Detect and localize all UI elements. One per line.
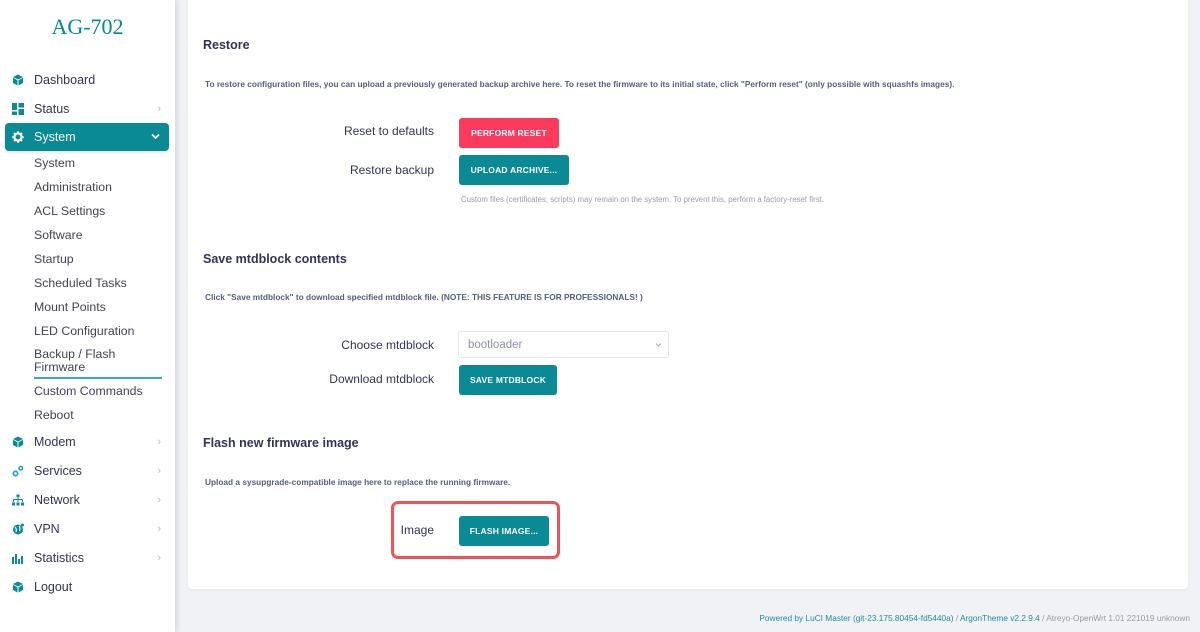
sidebar-item-label: Services — [34, 463, 82, 478]
footer-build-info: Atreyo-OpenWrt 1.01 221019 unknown — [1046, 613, 1190, 623]
submenu-item-software[interactable]: Software — [34, 223, 175, 247]
sidebar-item-services[interactable]: Services › — [0, 456, 175, 485]
sidebar-item-statistics[interactable]: Statistics › — [0, 543, 175, 572]
sidebar-item-label: Status — [34, 101, 70, 116]
chevron-right-icon: › — [157, 551, 161, 564]
sidebar-item-label: Modem — [34, 434, 76, 449]
choose-mtdblock-label: Choose mtdblock — [341, 338, 434, 352]
system-submenu: System Administration ACL Settings Softw… — [0, 151, 175, 427]
cube-icon — [12, 74, 24, 86]
sidebar-item-dashboard[interactable]: Dashboard — [0, 65, 175, 94]
sidebar-item-label: Dashboard — [34, 72, 96, 87]
sidebar-item-label: Network — [34, 492, 80, 507]
chevron-down-icon — [151, 132, 160, 143]
mtdblock-title: Save mtdblock contents — [203, 252, 347, 266]
chevron-right-icon: › — [157, 102, 161, 115]
cube-icon — [12, 581, 24, 593]
backup-flash-card: Restore To restore configuration files, … — [188, 0, 1188, 589]
sidebar-nav: Dashboard Status › System System Adminis… — [0, 65, 175, 601]
sidebar-item-modem[interactable]: Modem › — [0, 427, 175, 456]
footer-luci-link[interactable]: Powered by LuCI Master (git-23.175.80454… — [759, 613, 953, 623]
chevron-down-icon — [655, 340, 662, 349]
grid-icon — [12, 102, 24, 115]
submenu-item-acl-settings[interactable]: ACL Settings — [34, 199, 175, 223]
sidebar-item-vpn[interactable]: VPN › — [0, 514, 175, 543]
download-mtdblock-label: Download mtdblock — [329, 372, 434, 386]
save-mtdblock-button[interactable]: SAVE MTDBLOCK — [459, 365, 557, 395]
sitemap-icon — [12, 494, 24, 506]
sidebar: AG-702 Dashboard Status › System System … — [0, 0, 175, 632]
mtdblock-select-value: bootloader — [468, 338, 523, 351]
sidebar-item-label: System — [34, 130, 76, 144]
restore-description: To restore configuration files, you can … — [205, 79, 955, 89]
cogs-icon — [12, 465, 24, 477]
sidebar-item-network[interactable]: Network › — [0, 485, 175, 514]
upload-archive-button[interactable]: UPLOAD ARCHIVE... — [459, 155, 569, 185]
sidebar-item-label: VPN — [34, 521, 60, 536]
submenu-item-mount-points[interactable]: Mount Points — [34, 295, 175, 319]
brand-logo[interactable]: AG-702 — [0, 14, 175, 40]
restore-backup-label: Restore backup — [349, 163, 434, 177]
cube-icon — [12, 436, 24, 448]
submenu-item-reboot[interactable]: Reboot — [34, 403, 175, 427]
perform-reset-button[interactable]: PERFORM RESET — [459, 118, 559, 148]
gear-icon — [12, 131, 24, 143]
submenu-item-backup-flash-firmware[interactable]: Backup / Flash Firmware — [34, 343, 162, 379]
sidebar-item-system[interactable]: System — [5, 123, 169, 151]
restore-hint: Custom files (certificates, scripts) may… — [461, 195, 824, 204]
submenu-item-led-configuration[interactable]: LED Configuration — [34, 319, 175, 343]
bar-chart-icon — [12, 552, 24, 564]
submenu-item-scheduled-tasks[interactable]: Scheduled Tasks — [34, 271, 175, 295]
sidebar-item-status[interactable]: Status › — [0, 94, 175, 123]
reset-to-defaults-label: Reset to defaults — [343, 124, 434, 138]
globe-icon — [12, 523, 24, 535]
flash-image-button[interactable]: FLASH IMAGE... — [459, 516, 549, 546]
flash-firmware-description: Upload a sysupgrade-compatible image her… — [205, 477, 511, 487]
mtdblock-select[interactable]: bootloader — [458, 331, 669, 358]
submenu-item-custom-commands[interactable]: Custom Commands — [34, 379, 175, 403]
flash-firmware-title: Flash new firmware image — [203, 436, 359, 450]
chevron-right-icon: › — [157, 435, 161, 448]
submenu-item-startup[interactable]: Startup — [34, 247, 175, 271]
chevron-right-icon: › — [157, 493, 161, 506]
mtdblock-description: Click "Save mtdblock" to download specif… — [205, 292, 643, 302]
footer: Powered by LuCI Master (git-23.175.80454… — [759, 613, 1190, 623]
submenu-item-system[interactable]: System — [34, 151, 175, 175]
restore-title: Restore — [203, 38, 250, 52]
image-label: Image — [400, 523, 434, 537]
sidebar-item-label: Statistics — [34, 550, 85, 565]
submenu-item-administration[interactable]: Administration — [34, 175, 175, 199]
sidebar-item-logout[interactable]: Logout — [0, 572, 175, 601]
chevron-right-icon: › — [157, 522, 161, 535]
sidebar-item-label: Logout — [34, 579, 73, 594]
footer-theme-link[interactable]: ArgonTheme v2.2.9.4 — [960, 613, 1040, 623]
chevron-right-icon: › — [157, 464, 161, 477]
